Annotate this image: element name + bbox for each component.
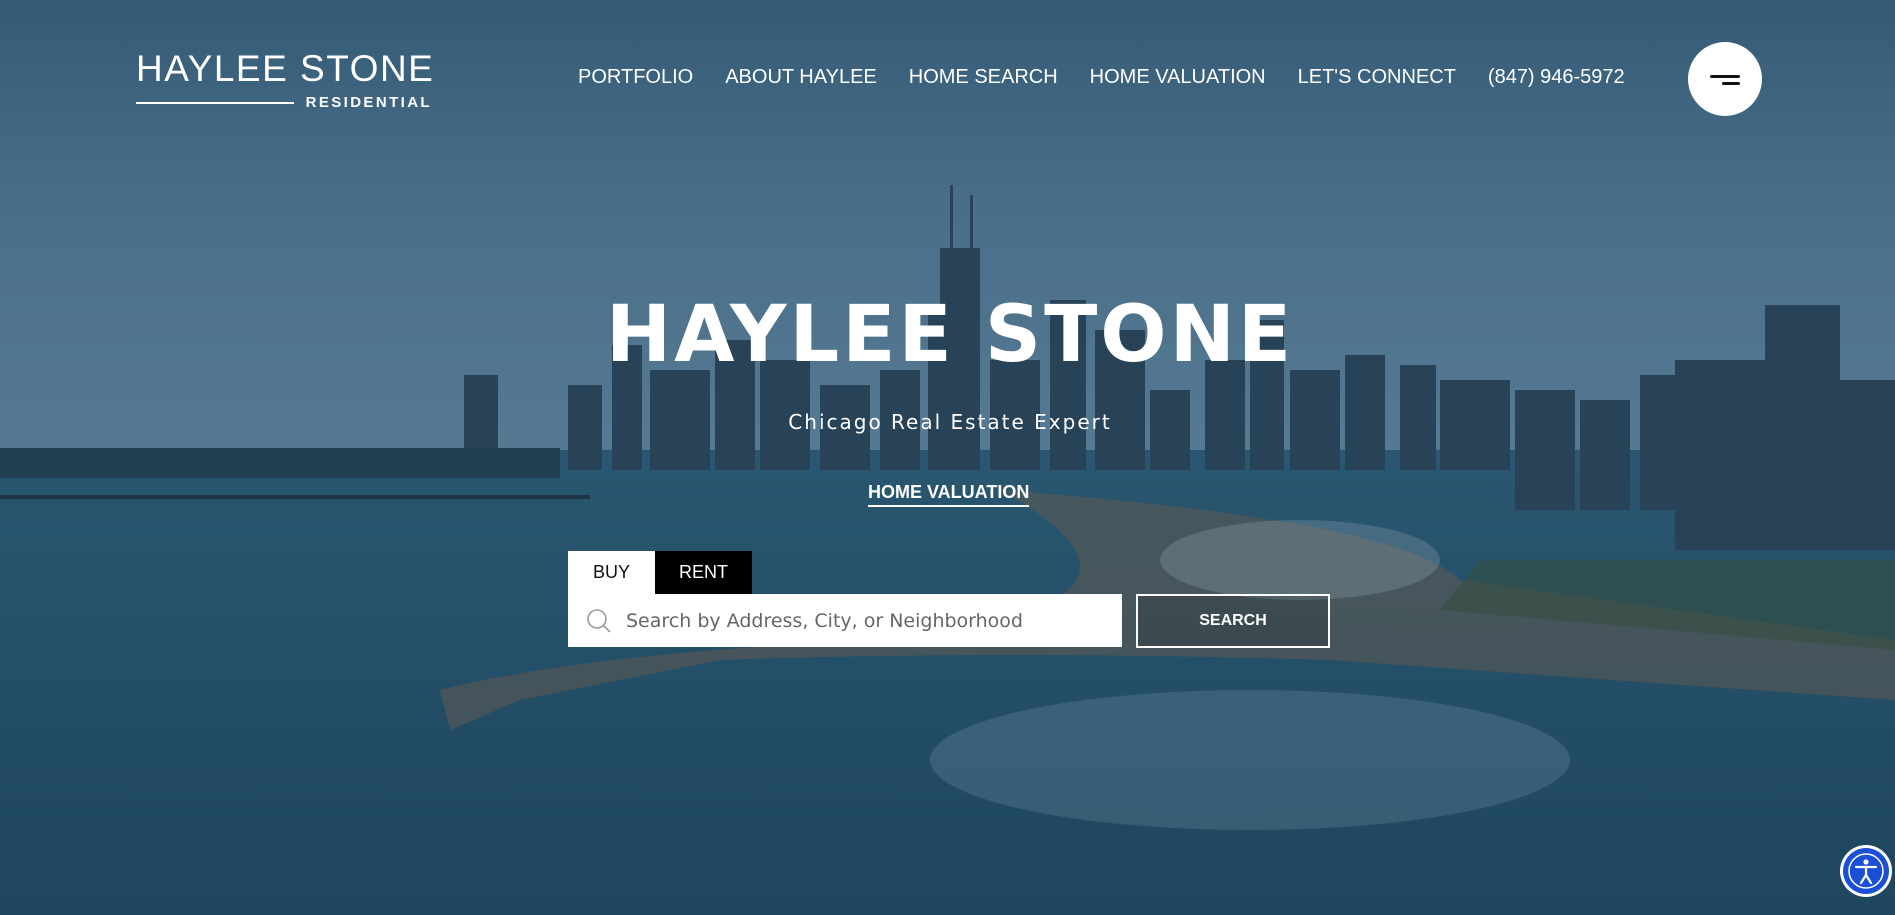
logo-sub-text: RESIDENTIAL (305, 94, 432, 111)
nav-home-search[interactable]: HOME SEARCH (909, 66, 1058, 89)
page-title: HAYLEE STONE (605, 290, 1295, 380)
nav-portfolio[interactable]: PORTFOLIO (578, 66, 693, 89)
home-valuation-link[interactable]: HOME VALUATION (868, 482, 1030, 507)
site-logo[interactable]: HAYLEE STONE RESIDENTIAL (136, 48, 435, 111)
hero-section: HAYLEE STONE RESIDENTIAL PORTFOLIO ABOUT… (0, 0, 1895, 915)
logo-main-text: HAYLEE STONE (136, 48, 435, 89)
nav-home-valuation[interactable]: HOME VALUATION (1090, 66, 1266, 89)
accessibility-button[interactable] (1840, 845, 1892, 897)
search-tabs: BUY RENT (568, 551, 752, 594)
logo-divider (136, 101, 294, 104)
tab-rent[interactable]: RENT (655, 551, 752, 594)
search-input[interactable] (624, 608, 1098, 633)
hero-subtitle: Chicago Real Estate Expert (788, 410, 1112, 434)
main-nav: PORTFOLIO ABOUT HAYLEE HOME SEARCH HOME … (578, 66, 1625, 89)
tab-buy[interactable]: BUY (568, 551, 655, 594)
nav-phone-link[interactable]: (847) 946-5972 (1488, 66, 1625, 89)
hero-background-image (0, 0, 1895, 915)
search-button[interactable]: SEARCH (1136, 594, 1330, 648)
search-icon (586, 608, 612, 634)
hamburger-menu-button[interactable] (1688, 42, 1762, 116)
nav-about-haylee[interactable]: ABOUT HAYLEE (725, 66, 877, 89)
accessibility-icon (1848, 853, 1884, 889)
search-bar (568, 594, 1122, 647)
nav-lets-connect[interactable]: LET'S CONNECT (1298, 66, 1456, 89)
